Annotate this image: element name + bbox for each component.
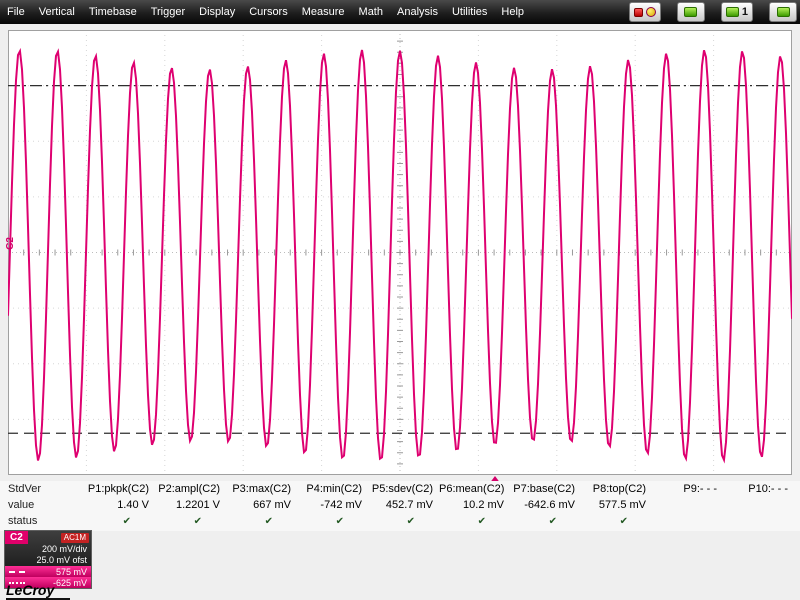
measurement-label-p4[interactable]: P4:min(C2) <box>297 483 368 495</box>
menu-item-help[interactable]: Help <box>494 1 531 23</box>
menu-item-trigger[interactable]: Trigger <box>144 1 192 23</box>
toolbar-button-display[interactable] <box>676 2 705 22</box>
toolbar-button-edge[interactable] <box>769 2 797 22</box>
stop-icon <box>633 7 643 17</box>
menu-item-analysis[interactable]: Analysis <box>390 1 445 23</box>
cursor-top-value: 575 mV <box>55 566 87 577</box>
measurement-value-p5: 452.7 mV <box>385 499 433 511</box>
measurement-label-p10[interactable]: P10:- - - <box>723 483 794 495</box>
measurement-status-p5: ✔ <box>406 515 415 527</box>
measurement-status-p6: ✔ <box>477 515 486 527</box>
measurement-value-p4: -742 mV <box>320 499 362 511</box>
toolbar-button-clock[interactable] <box>628 2 661 22</box>
channel-name: C2 <box>5 531 28 544</box>
measurement-status-p7: ✔ <box>548 515 557 527</box>
cursor-dash-icon <box>9 570 25 573</box>
measurement-value-p3: 667 mV <box>253 499 291 511</box>
menu-item-cursors[interactable]: Cursors <box>242 1 295 23</box>
measurement-value-p1: 1.40 V <box>117 499 149 511</box>
measurement-panel: StdVer P1:pkpk(C2) P2:ampl(C2) P3:max(C2) P… <box>0 481 800 531</box>
menu-items: File Vertical Timebase Trigger Display Cursor… <box>0 1 531 23</box>
menu-item-utilities[interactable]: Utilities <box>445 1 494 23</box>
menu-bar: File Vertical Timebase Trigger Display Cursor… <box>0 0 800 24</box>
display-icon <box>776 7 790 17</box>
channel-descriptor-c2[interactable]: C2 AC1M 200 mV/div 25.0 mV ofst 575 mV -… <box>4 530 92 589</box>
cursor-top-row: 575 mV <box>5 566 91 577</box>
measurement-label-p2[interactable]: P2:ampl(C2) <box>155 483 226 495</box>
menu-item-timebase[interactable]: Timebase <box>82 1 144 23</box>
trace-label-c2: C2 <box>4 237 16 250</box>
meas-status-row-label: status <box>8 515 38 527</box>
measurement-value-p7: -642.6 mV <box>524 499 575 511</box>
display-icon <box>725 7 739 17</box>
display-count: 1 <box>741 6 748 18</box>
measurement-label-p3[interactable]: P3:max(C2) <box>226 483 297 495</box>
channel-descriptor-header: C2 AC1M <box>5 531 91 544</box>
channel-offset: 25.0 mV ofst <box>36 555 87 565</box>
measurement-label-p9[interactable]: P9:- - - <box>652 483 723 495</box>
channel-scale: 200 mV/div <box>41 544 87 554</box>
lecroy-logo: LeCroy <box>6 583 71 600</box>
menu-item-measure[interactable]: Measure <box>295 1 352 23</box>
measurement-label-p7[interactable]: P7:base(C2) <box>510 483 581 495</box>
measurement-label-p6[interactable]: P6:mean(C2) <box>439 483 510 495</box>
measurement-label-p1[interactable]: P1:pkpk(C2) <box>84 483 155 495</box>
measurement-label-p5[interactable]: P5:sdev(C2) <box>368 483 439 495</box>
meas-mode-label: StdVer <box>8 483 42 495</box>
meas-value-row-label: value <box>8 499 35 511</box>
menu-item-vertical[interactable]: Vertical <box>32 1 82 23</box>
scope-grid <box>7 29 793 476</box>
measurement-status-p3: ✔ <box>264 515 273 527</box>
menu-item-display[interactable]: Display <box>192 1 242 23</box>
menu-item-math[interactable]: Math <box>352 1 390 23</box>
measurement-status-p2: ✔ <box>193 515 202 527</box>
measurement-status-p1: ✔ <box>122 515 131 527</box>
measurement-value-p8: 577.5 mV <box>598 499 646 511</box>
measurement-value-p2: 1.2201 V <box>175 499 220 511</box>
measurement-status-p8: ✔ <box>619 515 628 527</box>
menu-item-file[interactable]: File <box>0 1 32 23</box>
toolbar-button-display-1[interactable]: 1 <box>720 2 753 22</box>
clock-icon <box>645 7 656 17</box>
measurement-label-p8[interactable]: P8:top(C2) <box>581 483 652 495</box>
toolbar: 1 <box>628 2 797 22</box>
measurement-status-p4: ✔ <box>335 515 344 527</box>
measurement-value-p6: 10.2 mV <box>463 499 504 511</box>
channel-coupling-badge: AC1M <box>60 532 89 543</box>
scope-display[interactable]: C2 <box>4 29 793 484</box>
display-icon <box>684 7 698 17</box>
